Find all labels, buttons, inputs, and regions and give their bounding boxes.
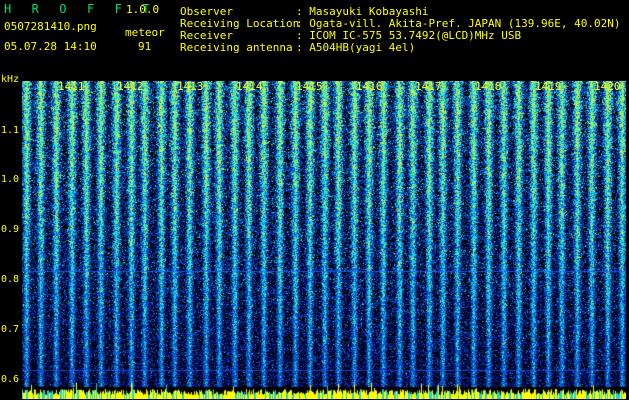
minute-label: 1413 — [177, 80, 204, 93]
minute-label: 1416 — [356, 80, 383, 93]
antenna-label: Receiving antenna — [180, 41, 293, 54]
y-tick-label: 0.7 — [1, 324, 20, 335]
y-tick-label: 0.8 — [1, 274, 20, 285]
y-tick-label: 0.9 — [1, 224, 20, 235]
spectrogram-canvas — [22, 81, 626, 399]
meteor-count: 91 — [138, 40, 152, 53]
y-tick-label: 1.1 — [1, 125, 20, 136]
minute-label: 1415 — [296, 80, 323, 93]
app-version: 1.0.0 — [126, 3, 160, 16]
minute-label: 1418 — [475, 80, 502, 93]
minute-label: 1414 — [236, 80, 263, 93]
antenna-value: : A504HB(yagi 4el) — [296, 41, 416, 54]
file-name: 0507281410.png — [4, 20, 97, 33]
minute-label: 1411 — [58, 80, 85, 93]
y-tick-label: 0.6 — [1, 374, 20, 385]
minute-label: 1412 — [117, 80, 144, 93]
minute-label: 1419 — [535, 80, 562, 93]
y-tick-label: 1.0 — [1, 174, 20, 185]
y-axis-unit: kHz — [1, 74, 20, 85]
hroft-window: H R O F F T 1.0.0 0507281410.png meteor … — [0, 0, 629, 400]
date-time: 05.07.28 14:10 — [4, 40, 97, 53]
mode-label: meteor — [125, 26, 165, 39]
minute-label: 1417 — [415, 80, 442, 93]
minute-label: 1420 — [594, 80, 621, 93]
